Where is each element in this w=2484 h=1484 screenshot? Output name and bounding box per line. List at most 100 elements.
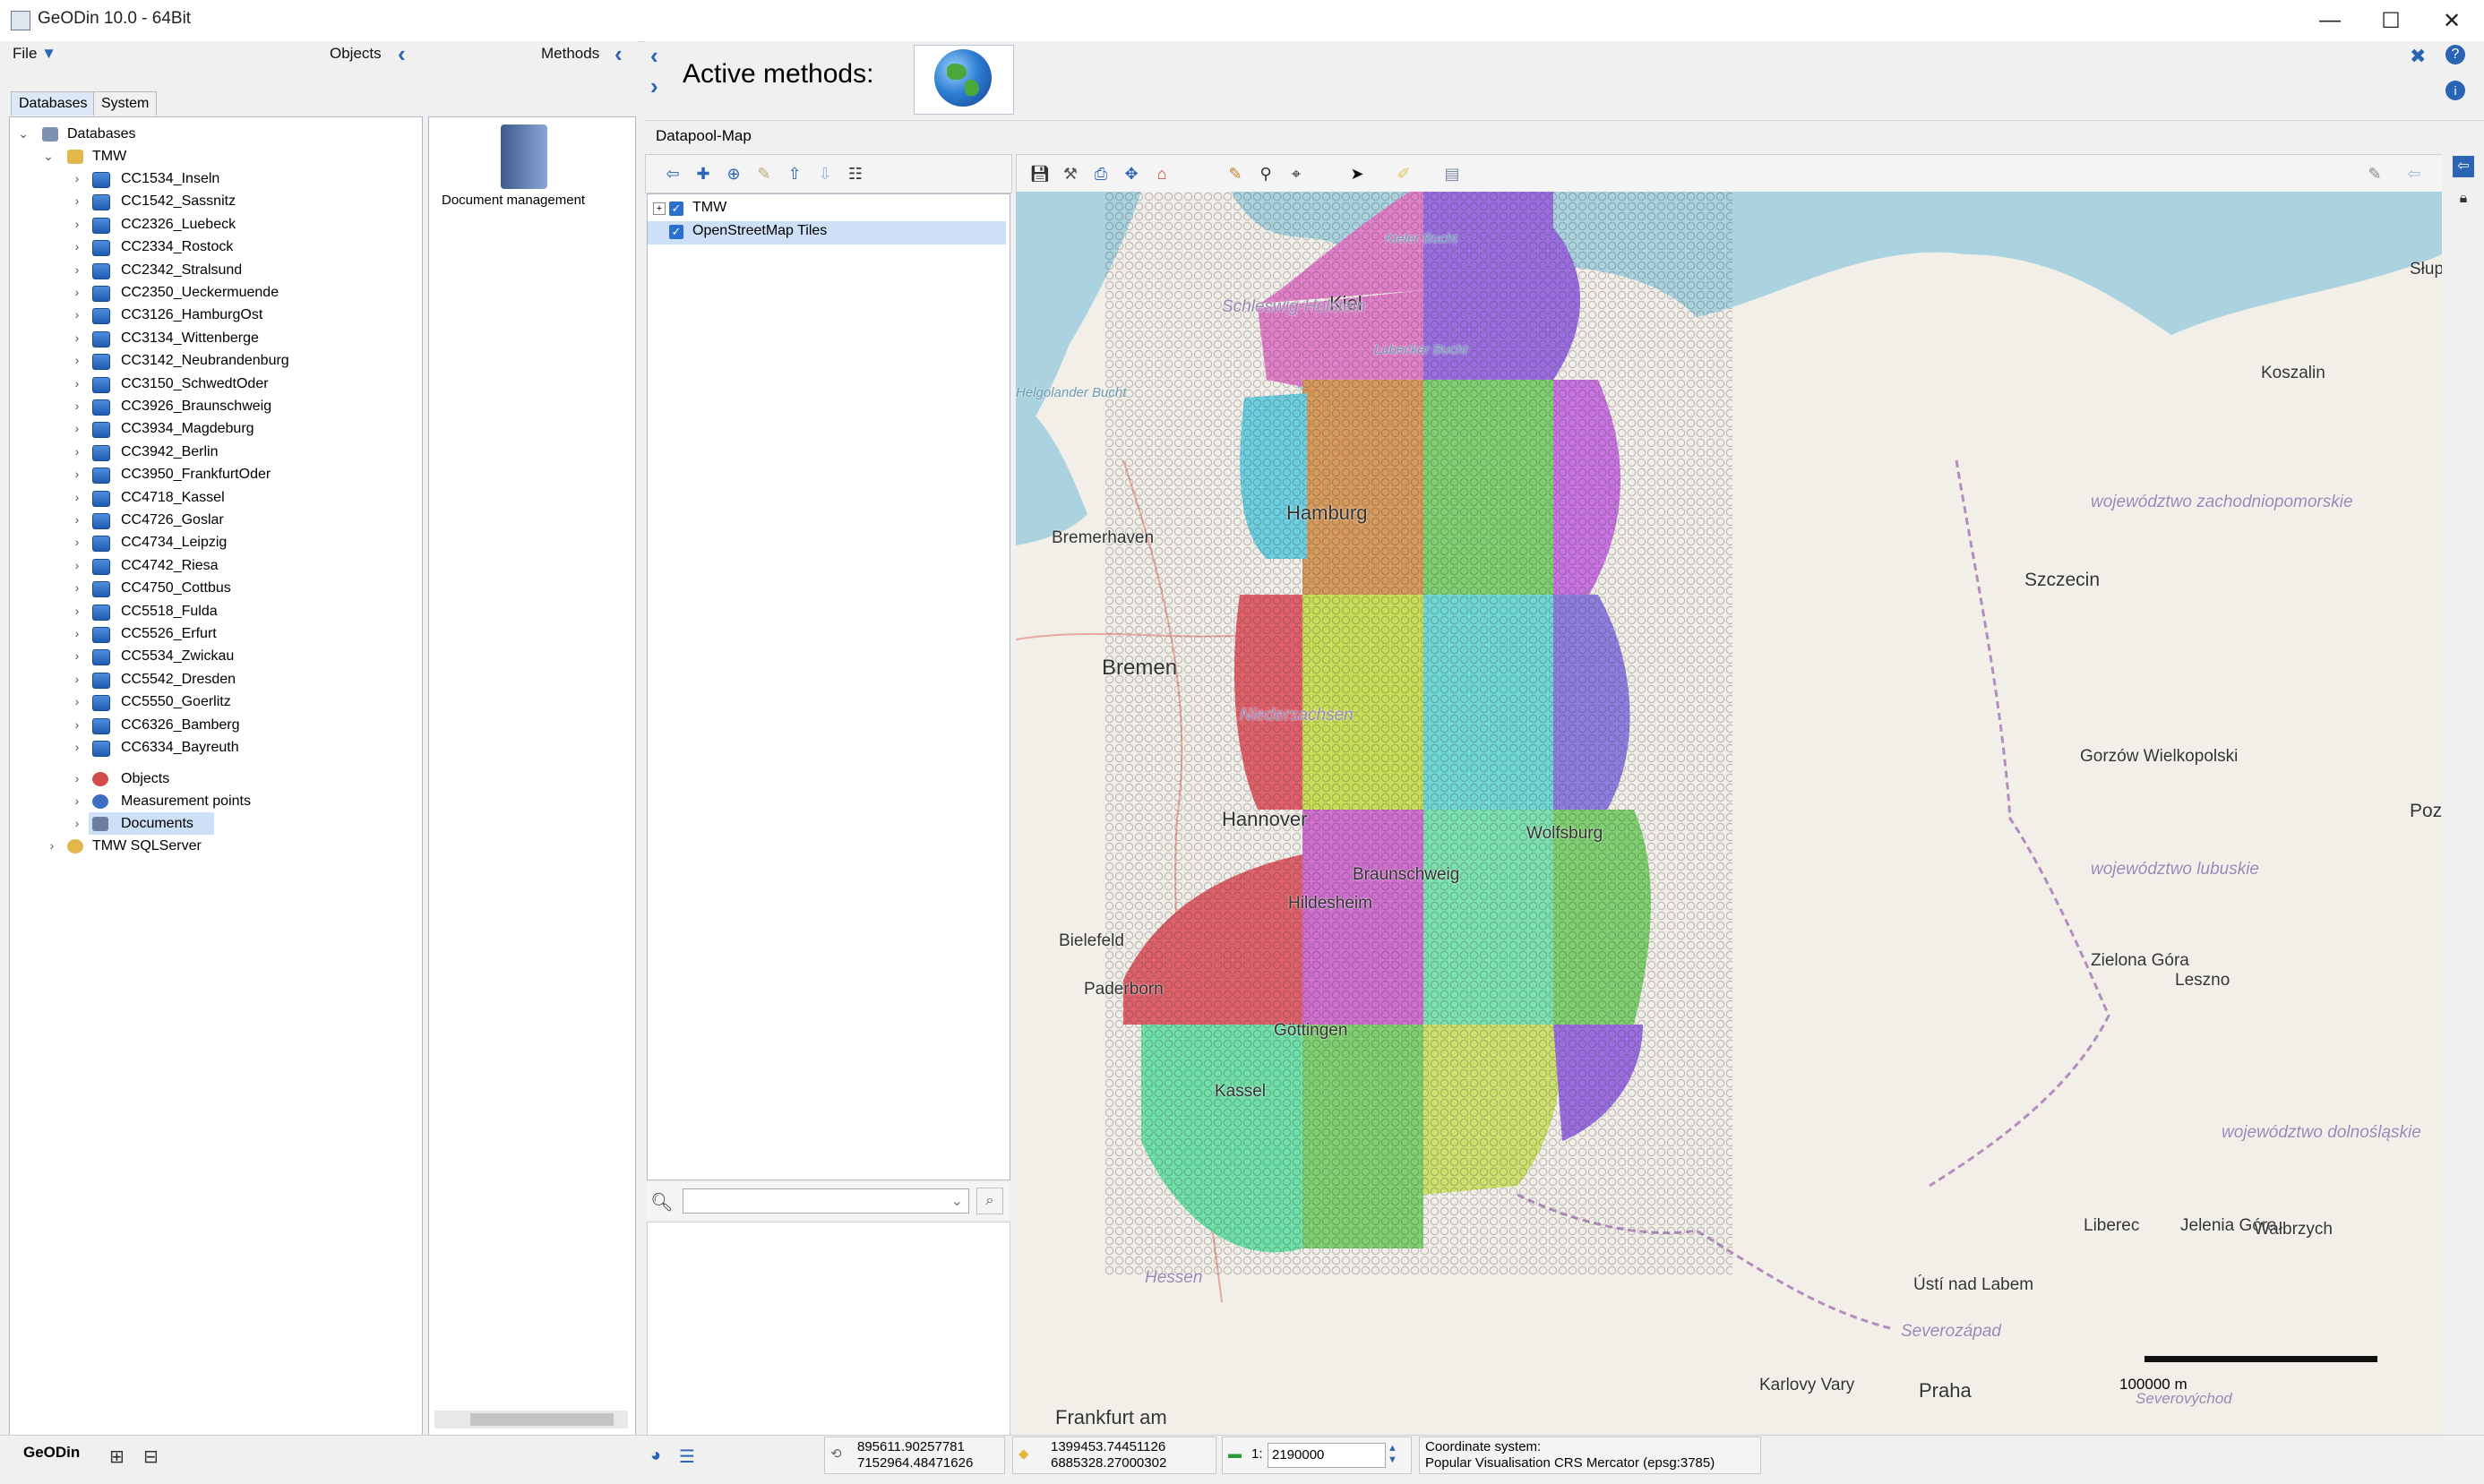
layer-row[interactable]: ✓ OpenStreetMap Tiles bbox=[648, 221, 1006, 244]
move-up-icon[interactable]: ⇧ bbox=[784, 163, 805, 184]
chevron-right-icon[interactable]: › bbox=[46, 835, 58, 857]
scale-input[interactable]: 2190000 bbox=[1268, 1443, 1386, 1468]
maximize-button[interactable]: ☐ bbox=[2359, 0, 2422, 41]
chevron-down-icon[interactable]: ⌄ bbox=[42, 145, 55, 167]
chevron-right-icon[interactable]: › bbox=[71, 768, 83, 790]
chevron-right-icon[interactable]: › bbox=[71, 167, 83, 190]
datapool-title: Datapool-Map bbox=[656, 127, 752, 144]
map-view[interactable]: Kieler Bucht Kiel Schleswig-Holstein Lubeck… bbox=[1016, 192, 2442, 1435]
map-method-tile[interactable] bbox=[914, 45, 1014, 115]
back-arrow-icon[interactable]: ⇦ bbox=[662, 163, 683, 184]
add-layer-icon[interactable]: ✚ bbox=[692, 163, 714, 184]
methods-menu[interactable]: Methods bbox=[541, 45, 599, 63]
layer-search-input[interactable]: ⌄ bbox=[683, 1188, 969, 1214]
chevron-right-icon[interactable]: › bbox=[71, 554, 83, 577]
close-panel-icon[interactable]: ✖ bbox=[2410, 45, 2426, 68]
chevron-right-icon[interactable]: › bbox=[71, 395, 83, 417]
zoom-icon[interactable]: ⚲ bbox=[1255, 163, 1276, 184]
grid-view-icon[interactable]: ⊞ bbox=[109, 1445, 125, 1468]
chevron-right-icon[interactable]: › bbox=[71, 304, 83, 326]
chevron-right-icon[interactable]: › bbox=[71, 645, 83, 667]
chevron-right-icon[interactable]: › bbox=[71, 327, 83, 349]
select-arrow-icon[interactable]: ➤ bbox=[1346, 163, 1368, 184]
crosshair-icon[interactable]: ⌖ bbox=[1285, 163, 1307, 184]
highlight-icon[interactable]: ✐ bbox=[1393, 163, 1414, 184]
layout-icon[interactable]: ⊟ bbox=[143, 1445, 159, 1468]
export-icon[interactable]: ⌂ bbox=[1151, 163, 1173, 184]
layer-checkbox[interactable]: ✓ bbox=[669, 225, 683, 239]
chevron-right-icon[interactable]: › bbox=[71, 531, 83, 553]
database-icon bbox=[92, 286, 110, 302]
tree-sqlserver[interactable]: TMW SQLServer bbox=[92, 835, 202, 857]
chevron-right-icon[interactable]: › bbox=[71, 259, 83, 281]
chevron-right-icon[interactable]: › bbox=[71, 190, 83, 212]
tab-databases[interactable]: Databases bbox=[11, 91, 96, 116]
horizontal-scrollbar[interactable] bbox=[434, 1411, 628, 1428]
add-group-icon[interactable]: ⊕ bbox=[723, 163, 744, 184]
tree-root[interactable]: Databases bbox=[67, 123, 136, 145]
save-icon[interactable]: 💾︎ bbox=[1029, 163, 1051, 184]
measure-icon[interactable]: ✎ bbox=[1225, 163, 1246, 184]
tree-measurement-points[interactable]: Measurement points bbox=[121, 790, 251, 812]
collapse-objects-icon[interactable]: ‹ bbox=[398, 42, 406, 65]
chevron-right-icon[interactable]: › bbox=[71, 509, 83, 531]
chevron-right-icon[interactable]: › bbox=[71, 463, 83, 485]
help-icon[interactable]: ? bbox=[2445, 45, 2465, 64]
tree-objects[interactable]: Objects bbox=[121, 768, 169, 790]
chevron-right-icon[interactable]: › bbox=[71, 600, 83, 622]
chevron-right-icon[interactable]: › bbox=[71, 486, 83, 509]
chevron-right-icon[interactable]: › bbox=[71, 790, 83, 812]
chevron-right-icon[interactable]: › bbox=[71, 213, 83, 236]
chevron-right-icon[interactable]: › bbox=[71, 281, 83, 304]
properties-icon[interactable]: ✎ bbox=[753, 163, 775, 184]
chevron-right-icon[interactable]: › bbox=[71, 441, 83, 463]
chevron-right-icon[interactable]: › bbox=[71, 236, 83, 258]
chevron-right-icon[interactable]: › bbox=[71, 736, 83, 759]
table-icon[interactable]: ▤ bbox=[1441, 163, 1463, 184]
close-button[interactable]: ✕ bbox=[2420, 0, 2483, 41]
chevron-right-icon[interactable]: › bbox=[71, 691, 83, 713]
collapse-methods-icon[interactable]: ‹ bbox=[615, 42, 623, 65]
globe-small-icon[interactable]: ◕ bbox=[650, 1445, 661, 1466]
layers-icon[interactable]: ☰ bbox=[679, 1445, 695, 1468]
geo-icon: ◆ bbox=[1019, 1446, 1029, 1462]
lock-icon[interactable]: 🔒︎ bbox=[2453, 188, 2474, 210]
search-button[interactable]: ⌕ bbox=[976, 1188, 1003, 1214]
layer-name: OpenStreetMap Tiles bbox=[692, 223, 828, 238]
layer-checkbox[interactable]: ✓ bbox=[669, 202, 683, 216]
tree-project[interactable]: TMW bbox=[92, 145, 126, 167]
chevron-right-icon[interactable]: › bbox=[71, 373, 83, 395]
chevron-right-icon[interactable]: › bbox=[71, 812, 83, 835]
tab-system[interactable]: System bbox=[93, 91, 158, 116]
chevron-right-icon[interactable]: › bbox=[71, 577, 83, 599]
crs-label: Coordinate system: bbox=[1425, 1439, 1542, 1454]
info-icon[interactable]: i bbox=[2445, 81, 2465, 100]
print-icon[interactable]: ⎙ bbox=[1090, 163, 1112, 184]
chevron-right-icon[interactable]: › bbox=[71, 417, 83, 440]
chevron-down-icon[interactable]: ⌄ bbox=[17, 123, 30, 145]
file-menu[interactable]: File ▼ bbox=[13, 45, 56, 63]
layer-tree-icon[interactable]: ☷ bbox=[845, 163, 866, 184]
tree-documents[interactable]: Documents bbox=[121, 812, 193, 835]
objects-menu[interactable]: Objects bbox=[330, 45, 382, 63]
chevron-right-icon[interactable]: › bbox=[650, 74, 658, 98]
scrollbar-thumb[interactable] bbox=[470, 1413, 614, 1426]
chevron-right-icon[interactable]: › bbox=[71, 622, 83, 645]
document-management-label[interactable]: Document management bbox=[442, 193, 585, 208]
dock-arrow-icon[interactable]: ⇦ bbox=[2453, 156, 2474, 177]
document-management-icon[interactable] bbox=[501, 124, 547, 189]
tools-icon[interactable]: ⚒ bbox=[1060, 163, 1081, 184]
chevron-down-icon[interactable]: ⌄ bbox=[951, 1192, 963, 1210]
chevron-right-icon[interactable]: › bbox=[71, 668, 83, 691]
minimize-button[interactable]: — bbox=[2299, 0, 2361, 41]
chevron-right-icon[interactable]: › bbox=[71, 714, 83, 736]
layer-row[interactable]: + ✓ TMW bbox=[648, 198, 1006, 221]
scale-spinner[interactable]: ▲ ▼ bbox=[1388, 1443, 1397, 1466]
back-icon[interactable]: ⇦ bbox=[2403, 163, 2425, 184]
chevron-right-icon[interactable]: › bbox=[71, 349, 83, 372]
pan-icon[interactable]: ✥ bbox=[1121, 163, 1142, 184]
expand-icon[interactable]: + bbox=[653, 202, 666, 215]
chevron-left-icon[interactable]: ‹ bbox=[650, 44, 658, 67]
move-down-icon[interactable]: ⇩ bbox=[814, 163, 836, 184]
edit-icon[interactable]: ✎ bbox=[2364, 163, 2385, 184]
